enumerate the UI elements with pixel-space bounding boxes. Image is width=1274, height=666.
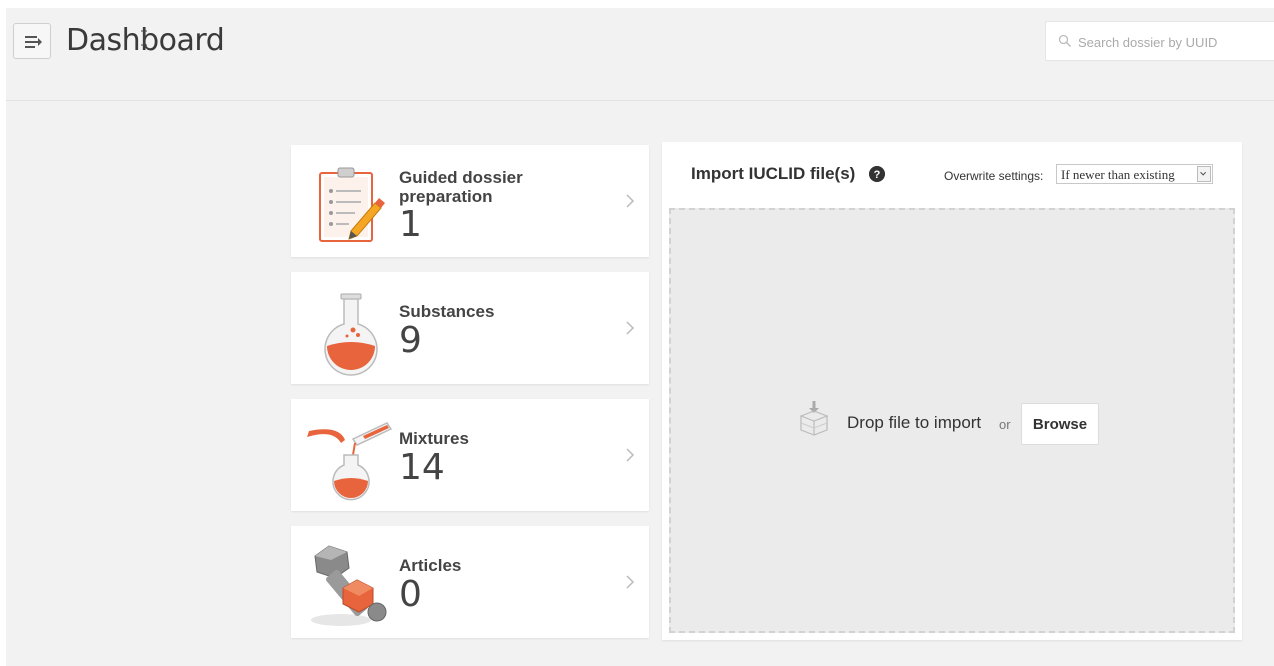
chevron-right-icon [626,448,635,462]
text-cursor-icon [141,30,147,46]
menu-toggle-button[interactable] [13,23,51,59]
or-text: or [999,417,1011,432]
card-label: Articles [399,556,462,575]
search-input[interactable] [1076,22,1270,62]
box-import-icon [799,401,829,436]
card-count: 0 [399,574,422,615]
svg-text:?: ? [874,169,881,181]
chevron-right-icon [626,321,635,335]
menu-icon-bar [25,46,35,48]
chevron-right-icon [626,194,635,208]
card-count: 9 [399,320,422,361]
clipboard-pencil-icon [319,167,385,242]
card-count: 14 [399,447,445,488]
menu-arrow-icon [38,38,42,46]
app-frame: Dashboard G [6,8,1274,666]
bolt-nut-icon [311,545,387,626]
flask-icon [324,293,378,376]
browse-button[interactable]: Browse [1021,403,1099,445]
drop-file-text: Drop file to import [847,413,982,432]
chevron-down-icon [1197,166,1211,182]
search-icon [1058,34,1072,48]
overwrite-settings-select[interactable]: If newer than existing [1056,164,1213,184]
pouring-flask-icon [307,422,393,501]
file-drop-zone[interactable]: Drop file to import or Browse [669,208,1235,633]
card-guided-dossier[interactable]: Guided dossier preparation 1 [291,145,649,257]
card-substances[interactable]: Substances 9 [291,272,649,384]
card-label: Mixtures [399,429,469,448]
overwrite-settings-label: Overwrite settings: [944,169,1044,183]
card-count: 1 [399,204,422,245]
chevron-right-icon [626,575,635,589]
help-icon[interactable]: ? [869,166,885,182]
card-articles[interactable]: Articles 0 [291,526,649,638]
top-header: Dashboard [6,8,1274,101]
search-box[interactable] [1045,21,1274,62]
import-title: Import IUCLID file(s) [691,164,856,183]
import-panel: Import IUCLID file(s) ? Overwrite settin… [662,142,1242,640]
card-label: Substances [399,302,495,321]
card-label: Guided dossier preparation [399,168,523,206]
overwrite-settings-value: If newer than existing [1061,167,1175,182]
menu-icon [25,36,37,38]
card-mixtures[interactable]: Mixtures 14 [291,399,649,511]
